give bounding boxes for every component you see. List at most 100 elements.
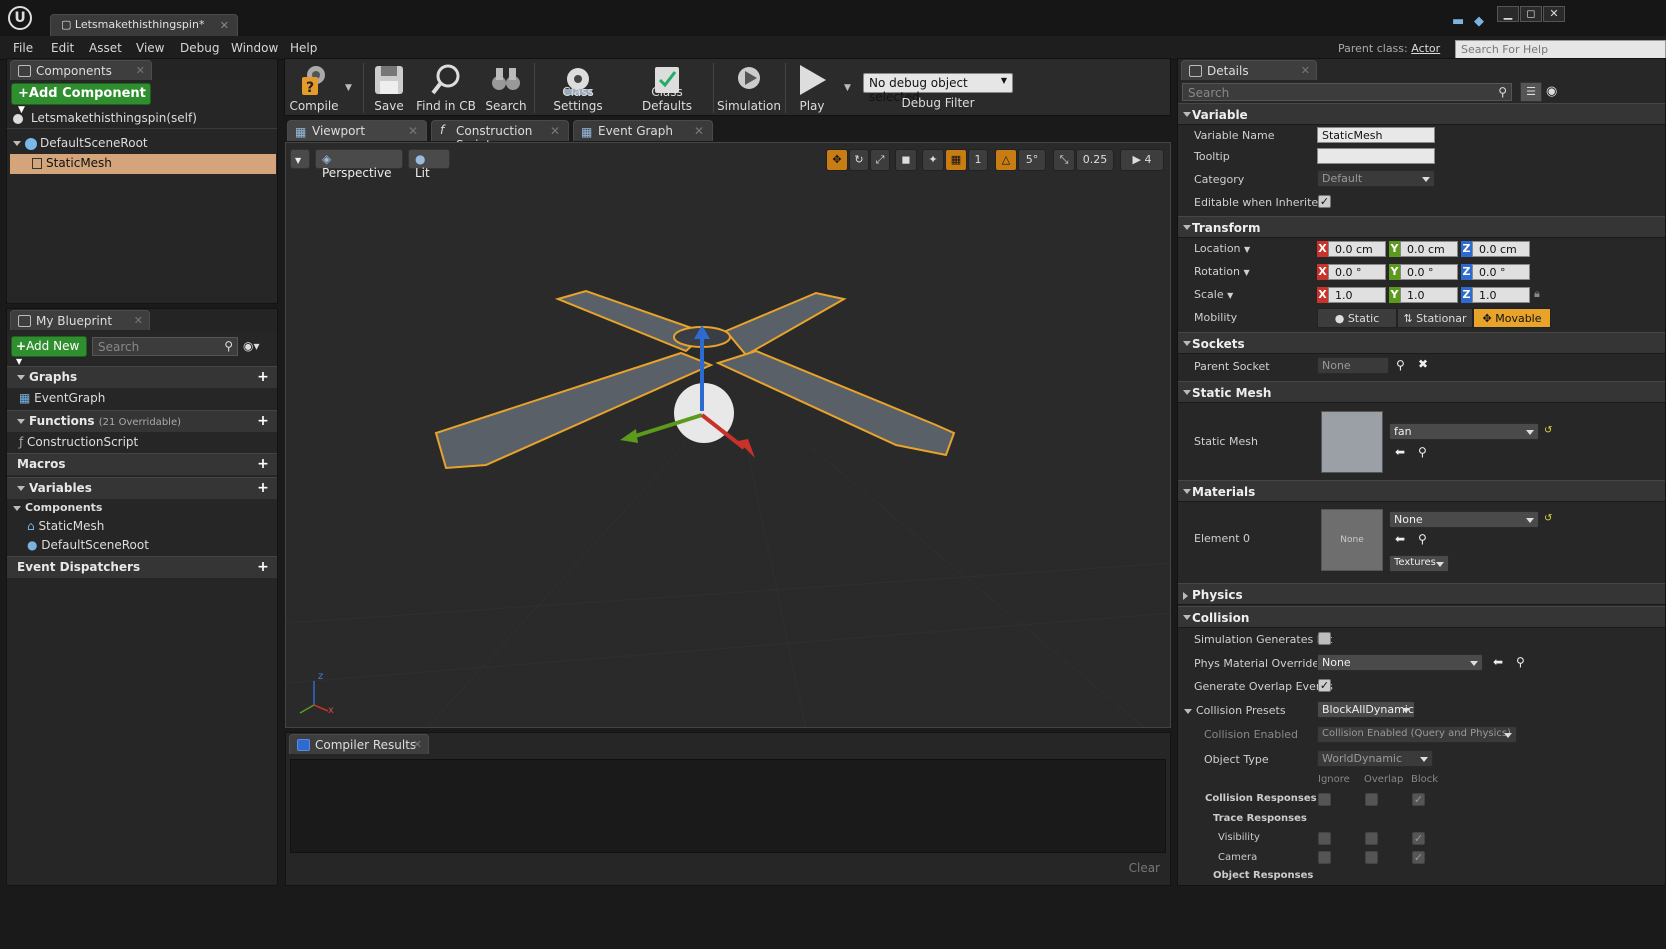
- blueprint-search-input[interactable]: Search ⚲: [92, 337, 238, 356]
- viewport-options-button[interactable]: ▼: [290, 149, 310, 169]
- add-event-dispatcher-button[interactable]: +: [255, 560, 271, 576]
- tab-my-blueprint[interactable]: My Blueprint ✕: [10, 310, 150, 330]
- expand-arrow-icon[interactable]: [1183, 592, 1188, 600]
- macros-section[interactable]: Macros +: [7, 453, 277, 475]
- viewport[interactable]: z x ▼ ◈ Perspective ● Lit ✥ ↻ ⤢ ◼ ✦ ▦ 1 …: [285, 142, 1171, 728]
- close-tab-icon[interactable]: ✕: [694, 124, 704, 138]
- close-tab-icon[interactable]: ✕: [220, 19, 229, 32]
- close-tab-icon[interactable]: ✕: [408, 124, 418, 138]
- reset-to-default-icon[interactable]: ↺: [1544, 425, 1552, 436]
- overlap-events-checkbox[interactable]: ✓: [1318, 679, 1331, 692]
- use-selected-arrow-icon[interactable]: ⬅: [1395, 532, 1405, 546]
- add-new-button[interactable]: +Add New ▼: [11, 336, 87, 366]
- compile-options-chevron-icon[interactable]: ▼: [345, 83, 352, 93]
- location-y-field[interactable]: 0.0 cm: [1400, 241, 1458, 257]
- menu-help[interactable]: Help: [290, 41, 317, 55]
- collapse-arrow-icon[interactable]: [13, 505, 21, 511]
- collapse-arrow-icon[interactable]: [17, 419, 25, 424]
- maximize-button[interactable]: ◻: [1520, 6, 1542, 22]
- mobility-static-button[interactable]: ● Static: [1317, 308, 1397, 328]
- rotation-label[interactable]: Rotation ▼: [1194, 265, 1250, 278]
- sockets-section[interactable]: Sockets: [1178, 332, 1665, 354]
- menu-asset[interactable]: Asset: [89, 41, 122, 55]
- tooltip-field[interactable]: [1317, 148, 1435, 164]
- add-graph-button[interactable]: +: [255, 370, 271, 386]
- find-in-cb-button[interactable]: Find in CB: [415, 59, 477, 117]
- collision-section[interactable]: Collision: [1178, 606, 1665, 628]
- material-thumbnail[interactable]: None: [1321, 509, 1383, 571]
- visibility-eye-icon[interactable]: ◉: [1546, 84, 1557, 99]
- mobility-movable-button[interactable]: ✥ Movable: [1473, 308, 1551, 328]
- help-search-input[interactable]: Search For Help: [1455, 40, 1666, 59]
- use-selected-arrow-icon[interactable]: ⬅: [1493, 655, 1503, 669]
- graphs-section[interactable]: Graphs +: [7, 366, 277, 388]
- location-label[interactable]: Location ▼: [1194, 242, 1250, 255]
- surface-snap-button[interactable]: ✦: [922, 149, 944, 171]
- play-options-chevron-icon[interactable]: ▼: [844, 83, 851, 93]
- menu-view[interactable]: View: [136, 41, 164, 55]
- rotation-x-field[interactable]: 0.0 °: [1328, 264, 1386, 280]
- property-matrix-button[interactable]: ☰: [1520, 82, 1542, 102]
- menu-file[interactable]: File: [13, 41, 33, 55]
- browse-search-icon[interactable]: ⚲: [1418, 532, 1427, 546]
- learn-icon[interactable]: ◆: [1474, 14, 1484, 29]
- class-defaults-button[interactable]: Class Defaults: [625, 59, 709, 117]
- compiler-log[interactable]: [290, 759, 1166, 853]
- reset-to-default-icon[interactable]: ↺: [1544, 513, 1552, 524]
- debug-object-select[interactable]: No debug object selected ▼: [863, 73, 1013, 104]
- variables-section[interactable]: Variables +: [7, 477, 277, 499]
- functions-section[interactable]: Functions (21 Overridable) +: [7, 410, 277, 432]
- clear-icon[interactable]: ✖: [1418, 357, 1428, 371]
- menu-debug[interactable]: Debug: [180, 41, 219, 55]
- collapse-arrow-icon[interactable]: [1183, 225, 1191, 230]
- compile-button[interactable]: ? Compile: [287, 59, 341, 117]
- camera-speed-button[interactable]: ▶ 4: [1120, 149, 1164, 171]
- close-tab-icon[interactable]: ✕: [136, 64, 145, 77]
- use-selected-arrow-icon[interactable]: ⬅: [1395, 445, 1405, 459]
- physics-section[interactable]: Physics: [1178, 583, 1665, 605]
- collapse-arrow-icon[interactable]: [17, 486, 25, 491]
- variable-item-default-scene-root[interactable]: ● DefaultSceneRoot: [7, 536, 277, 556]
- sim-generates-hit-checkbox[interactable]: [1318, 632, 1331, 645]
- close-window-button[interactable]: ✕: [1543, 6, 1565, 22]
- scale-label[interactable]: Scale ▼: [1194, 288, 1233, 301]
- rotation-snap-value[interactable]: 5°: [1018, 149, 1046, 171]
- self-component-row[interactable]: Letsmakethisthingspin(self): [7, 109, 277, 129]
- variable-item-static-mesh[interactable]: ⌂ StaticMesh: [7, 517, 277, 537]
- browse-search-icon[interactable]: ⚲: [1516, 655, 1525, 669]
- close-tab-icon[interactable]: ✕: [413, 738, 422, 751]
- scale-snap-toggle[interactable]: ⤡: [1053, 149, 1075, 171]
- variables-category-components[interactable]: Components: [7, 499, 277, 519]
- feedback-icon[interactable]: ▬: [1452, 14, 1464, 29]
- parent-class-link[interactable]: Actor: [1411, 42, 1440, 55]
- add-component-button[interactable]: +Add Component ▼: [11, 83, 151, 115]
- editable-inherited-checkbox[interactable]: ✓: [1318, 195, 1331, 208]
- collapse-arrow-icon[interactable]: [17, 375, 25, 380]
- search-icon[interactable]: ⚲: [1396, 358, 1405, 372]
- event-dispatchers-section[interactable]: Event Dispatchers +: [7, 556, 277, 578]
- tree-item-default-scene-root[interactable]: DefaultSceneRoot: [7, 134, 277, 154]
- minimize-button[interactable]: ▁: [1497, 6, 1519, 22]
- tab-compiler-results[interactable]: Compiler Results ✕: [289, 734, 429, 754]
- expand-arrow-icon[interactable]: [13, 141, 21, 146]
- static-mesh-select[interactable]: fan: [1389, 423, 1539, 440]
- collision-presets-select[interactable]: BlockAllDynamic: [1317, 701, 1415, 718]
- variable-name-field[interactable]: StaticMesh: [1317, 127, 1435, 143]
- tab-event-graph[interactable]: ▦ Event Graph ✕: [573, 120, 713, 141]
- class-settings-button[interactable]: Class Settings: [538, 59, 618, 117]
- close-tab-icon[interactable]: ✕: [134, 314, 143, 327]
- collapse-arrow-icon[interactable]: [1183, 112, 1191, 117]
- collapse-arrow-icon[interactable]: [1183, 615, 1191, 620]
- parent-socket-field[interactable]: None: [1317, 357, 1389, 374]
- scale-z-field[interactable]: 1.0: [1472, 287, 1530, 303]
- menu-window[interactable]: Window: [231, 41, 278, 55]
- grid-snap-toggle[interactable]: ▦: [945, 149, 967, 171]
- close-tab-icon[interactable]: ✕: [1301, 64, 1310, 77]
- perspective-button[interactable]: ◈ Perspective: [315, 149, 403, 180]
- rotation-z-field[interactable]: 0.0 °: [1472, 264, 1530, 280]
- graph-item-event-graph[interactable]: ▦ EventGraph: [7, 389, 277, 409]
- transform-section[interactable]: Transform: [1178, 216, 1665, 238]
- play-button[interactable]: Play: [789, 59, 835, 117]
- grid-snap-value[interactable]: 1: [968, 149, 988, 171]
- function-item-construction-script[interactable]: ƒ ConstructionScript: [7, 433, 277, 453]
